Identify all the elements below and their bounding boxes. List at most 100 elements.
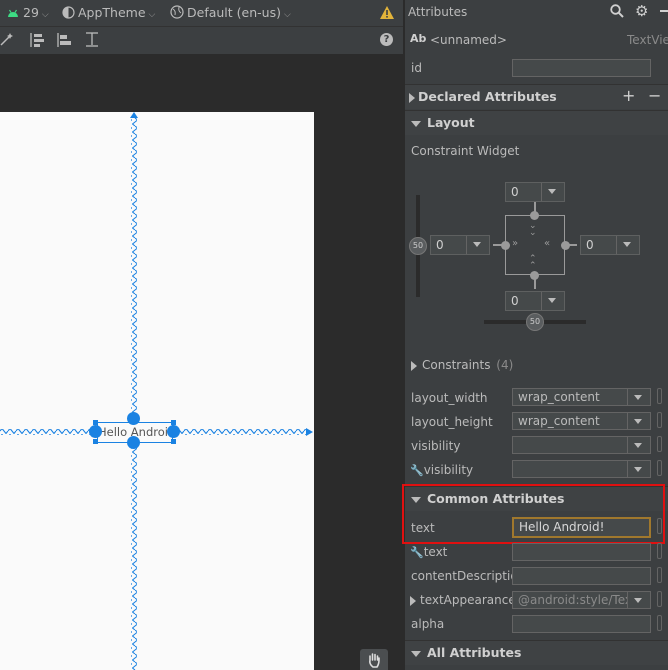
wrap-bottom-icon[interactable]: ⌃ ⌃ xyxy=(529,255,537,271)
expand-icon xyxy=(409,92,415,103)
resource-picker[interactable] xyxy=(657,567,662,583)
bottom-constraint-line[interactable] xyxy=(131,443,137,670)
left-anchor[interactable] xyxy=(89,425,102,438)
warning-icon[interactable] xyxy=(379,5,395,20)
chevron-down-icon xyxy=(627,389,650,405)
theme-icon xyxy=(62,6,75,19)
api-level-dropdown[interactable]: 29 ⌵ xyxy=(6,4,49,22)
panel-title: Attributes xyxy=(408,5,468,19)
chevron-down-icon: ⌵ xyxy=(41,10,49,20)
android-icon xyxy=(8,9,18,17)
gear-icon[interactable]: ⚙ xyxy=(635,2,648,20)
margin-bottom-value: 0 xyxy=(511,294,519,308)
resource-picker[interactable] xyxy=(657,543,662,559)
chevron-down-icon: ⌵ xyxy=(148,10,156,20)
declared-attributes-header[interactable]: Declared Attributes + − xyxy=(405,84,668,109)
resource-picker[interactable] xyxy=(657,412,662,428)
wrap-top-icon[interactable]: ⌄ ⌄ xyxy=(529,222,537,238)
locale-label: Default (en-us) xyxy=(187,5,281,20)
wrap-left-icon[interactable]: » xyxy=(512,238,518,249)
top-anchor[interactable] xyxy=(127,412,140,425)
attributes-panel: Attributes ⚙ Ab <unnamed> TextView id De… xyxy=(402,0,668,670)
resource-picker[interactable] xyxy=(657,436,662,452)
constraints-label: Constraints xyxy=(422,358,491,372)
text-appearance-dropdown[interactable]: @android:style/TextAppearance.Material.S… xyxy=(512,591,651,609)
chevron-down-icon xyxy=(627,461,650,477)
locale-dropdown[interactable]: Default (en-us) ⌵ xyxy=(170,4,291,22)
layout-height-label: layout_height xyxy=(411,415,493,429)
wrench-icon: 🔧 xyxy=(410,464,424,477)
visibility-dropdown[interactable] xyxy=(512,436,651,454)
tools-text-field[interactable] xyxy=(512,543,651,561)
resource-picker[interactable] xyxy=(657,615,662,631)
bottom-anchor[interactable] xyxy=(127,436,140,449)
hand-icon xyxy=(369,653,380,668)
design-toolbar: 29 ⌵ AppTheme ⌵ Default (en-us) ⌵ xyxy=(0,0,403,27)
add-icon[interactable]: + xyxy=(622,84,635,108)
layout-width-label: layout_width xyxy=(411,391,488,405)
resize-handle[interactable] xyxy=(171,439,176,444)
horizontal-bias-knob[interactable]: 50 xyxy=(526,313,544,331)
help-icon[interactable]: ? xyxy=(380,33,393,46)
expand-icon xyxy=(411,360,417,371)
text-appearance-row[interactable]: textAppearance xyxy=(408,593,516,607)
resource-picker[interactable] xyxy=(657,460,662,476)
constraints-row[interactable]: Constraints (4) xyxy=(405,355,513,375)
declared-attributes-title: Declared Attributes xyxy=(418,89,557,104)
right-constraint-arrow xyxy=(306,428,313,436)
right-anchor[interactable] xyxy=(167,425,180,438)
constraint-toolbar: ? xyxy=(0,27,403,55)
theme-label: AppTheme xyxy=(78,5,146,20)
resource-picker[interactable] xyxy=(657,388,662,404)
chevron-down-icon xyxy=(541,292,564,310)
constraint-widget-label: Constraint Widget xyxy=(411,144,520,158)
resize-handle[interactable] xyxy=(93,439,98,444)
theme-dropdown[interactable]: AppTheme ⌵ xyxy=(62,4,155,22)
margin-right-value: 0 xyxy=(586,238,594,252)
top-constraint-line[interactable] xyxy=(131,116,137,418)
top-constraint-dot[interactable] xyxy=(530,211,539,220)
tools-visibility-dropdown[interactable] xyxy=(512,460,651,478)
right-constraint-dot[interactable] xyxy=(561,241,570,250)
collapse-icon xyxy=(411,120,421,127)
margin-right-dropdown[interactable]: 0 xyxy=(580,235,640,255)
layout-header[interactable]: Layout xyxy=(405,110,668,135)
text-appearance-label: textAppearance xyxy=(420,593,516,607)
right-constraint-line[interactable] xyxy=(176,429,308,435)
pack-icon[interactable] xyxy=(30,32,46,48)
guidelines-icon[interactable] xyxy=(85,32,99,48)
id-field[interactable] xyxy=(512,59,651,77)
chevron-down-icon xyxy=(541,183,564,201)
margin-bottom-dropdown[interactable]: 0 xyxy=(505,291,565,311)
vertical-bias-knob[interactable]: 50 xyxy=(409,237,427,255)
remove-icon[interactable]: − xyxy=(648,84,661,108)
layout-height-dropdown[interactable]: wrap_content xyxy=(512,412,651,430)
margin-left-dropdown[interactable]: 0 xyxy=(430,235,490,255)
alpha-field[interactable] xyxy=(512,615,651,633)
bottom-constraint-dot[interactable] xyxy=(530,271,539,280)
id-label: id xyxy=(411,61,422,75)
chevron-down-icon xyxy=(627,592,650,608)
left-constraint-line[interactable] xyxy=(0,429,92,435)
chevron-down-icon: ⌵ xyxy=(283,10,291,20)
wrap-right-icon[interactable]: « xyxy=(544,238,550,249)
left-constraint-dot[interactable] xyxy=(501,241,510,250)
chevron-down-icon xyxy=(466,236,489,254)
align-icon[interactable] xyxy=(57,32,73,48)
search-icon[interactable] xyxy=(610,4,624,18)
magic-wand-icon[interactable] xyxy=(0,32,14,46)
minimize-icon[interactable] xyxy=(660,10,668,12)
content-description-field[interactable] xyxy=(512,567,651,585)
chevron-down-icon xyxy=(627,413,650,429)
pan-tool-button[interactable] xyxy=(360,649,388,670)
layout-title: Layout xyxy=(427,115,475,130)
layout-height-value: wrap_content xyxy=(518,414,600,428)
alpha-label: alpha xyxy=(411,617,445,631)
all-attributes-header[interactable]: All Attributes xyxy=(405,640,668,665)
layout-width-dropdown[interactable]: wrap_content xyxy=(512,388,651,406)
margin-top-dropdown[interactable]: 0 xyxy=(505,182,565,202)
tools-visibility-label: 🔧visibility xyxy=(410,463,474,477)
content-description-label: contentDescription xyxy=(411,569,526,583)
resource-picker[interactable] xyxy=(657,591,662,607)
widget-name: <unnamed> xyxy=(430,33,507,47)
